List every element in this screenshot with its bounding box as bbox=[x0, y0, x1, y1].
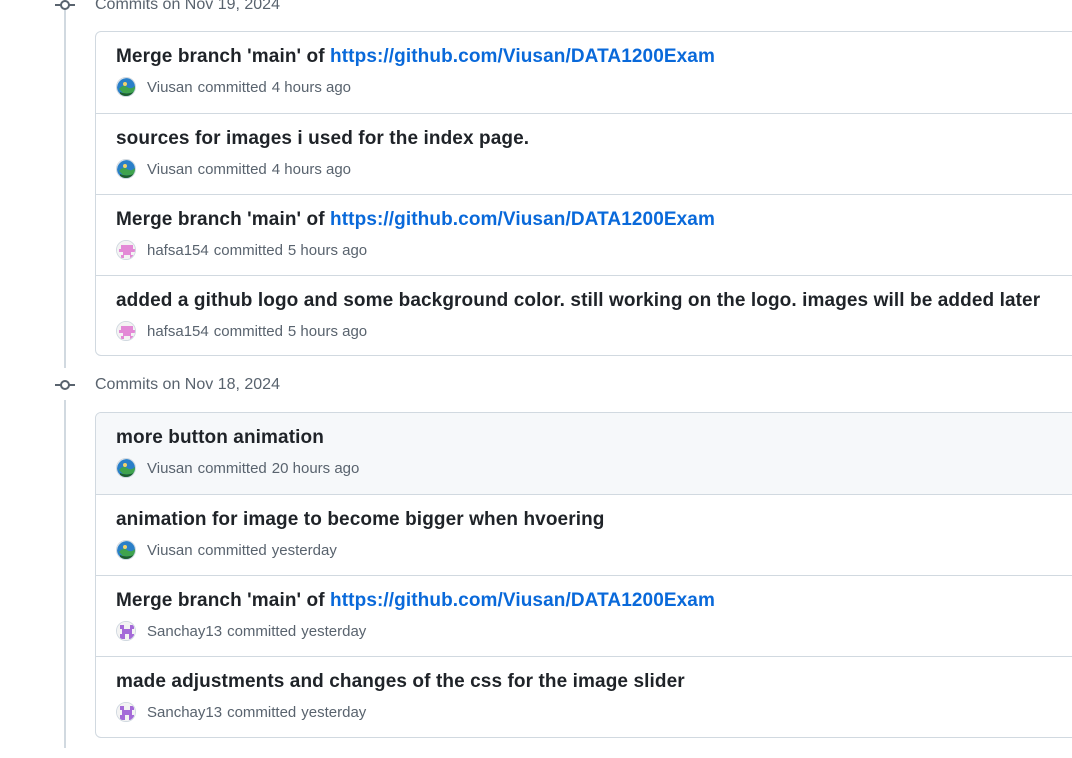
commit-author[interactable]: Viusan bbox=[147, 79, 193, 96]
avatar[interactable] bbox=[116, 621, 136, 641]
commit-row[interactable]: made adjustments and changes of the css … bbox=[96, 656, 1072, 737]
commit-message-text[interactable]: more button animation bbox=[116, 427, 324, 448]
commit-message-text[interactable]: animation for image to become bigger whe… bbox=[116, 509, 605, 530]
commit-time[interactable]: 4 hours ago bbox=[272, 161, 351, 178]
commit-message[interactable]: sources for images i used for the index … bbox=[116, 127, 1064, 151]
git-commit-icon bbox=[55, 375, 75, 395]
commit-message-text[interactable]: Merge branch 'main' of bbox=[116, 209, 330, 230]
commit-message-text[interactable]: sources for images i used for the index … bbox=[116, 128, 529, 149]
commit-message-link[interactable]: https://github.com/Viusan/DATA1200Exam bbox=[330, 209, 715, 230]
commit-author[interactable]: Sanchay13 bbox=[147, 623, 222, 640]
commit-verb: committed bbox=[197, 459, 267, 477]
commit-group-header: Commits on Nov 19, 2024 bbox=[55, 0, 280, 15]
commit-author[interactable]: Viusan bbox=[147, 460, 193, 477]
avatar[interactable] bbox=[116, 540, 136, 560]
commit-author[interactable]: Viusan bbox=[147, 542, 193, 559]
commit-author[interactable]: Sanchay13 bbox=[147, 704, 222, 721]
commit-time[interactable]: yesterday bbox=[301, 623, 366, 640]
avatar[interactable] bbox=[116, 159, 136, 179]
commit-message-text[interactable]: Merge branch 'main' of bbox=[116, 46, 330, 67]
commit-row[interactable]: sources for images i used for the index … bbox=[96, 113, 1072, 194]
commit-group-title: Commits on Nov 19, 2024 bbox=[95, 0, 280, 13]
commit-row[interactable]: Merge branch 'main' of https://github.co… bbox=[96, 194, 1072, 275]
commit-verb: committed bbox=[213, 241, 283, 259]
commit-list: Merge branch 'main' of https://github.co… bbox=[95, 31, 1072, 356]
commit-message[interactable]: made adjustments and changes of the css … bbox=[116, 670, 1064, 694]
commit-verb: committed bbox=[227, 622, 297, 640]
commit-meta: Viusan committed yesterday bbox=[116, 540, 1064, 560]
commit-message-text[interactable]: added a github logo and some background … bbox=[116, 290, 1040, 311]
commit-row[interactable]: Merge branch 'main' of https://github.co… bbox=[96, 32, 1072, 113]
commit-row[interactable]: animation for image to become bigger whe… bbox=[96, 494, 1072, 575]
commit-verb: committed bbox=[213, 322, 283, 340]
commit-meta: Sanchay13 committed yesterday bbox=[116, 621, 1064, 641]
commit-time[interactable]: 20 hours ago bbox=[272, 460, 360, 477]
commit-list: more button animation Viusan committed 2… bbox=[95, 412, 1072, 738]
commit-message-link[interactable]: https://github.com/Viusan/DATA1200Exam bbox=[330, 590, 715, 611]
commit-row[interactable]: Merge branch 'main' of https://github.co… bbox=[96, 575, 1072, 656]
commit-message[interactable]: Merge branch 'main' of https://github.co… bbox=[116, 45, 1064, 69]
commit-verb: committed bbox=[227, 703, 297, 721]
commit-time[interactable]: yesterday bbox=[301, 704, 366, 721]
commit-meta: Viusan committed 4 hours ago bbox=[116, 159, 1064, 179]
timeline-line bbox=[64, 400, 66, 748]
commit-author[interactable]: Viusan bbox=[147, 161, 193, 178]
commit-group-header: Commits on Nov 18, 2024 bbox=[55, 375, 280, 395]
commit-author[interactable]: hafsa154 bbox=[147, 323, 209, 340]
commit-time[interactable]: yesterday bbox=[272, 542, 337, 559]
commit-message-text[interactable]: Merge branch 'main' of bbox=[116, 590, 330, 611]
commit-history: Commits on Nov 19, 2024 Merge branch 'ma… bbox=[0, 0, 1072, 758]
commit-meta: Viusan committed 4 hours ago bbox=[116, 77, 1064, 97]
commit-meta: hafsa154 committed 5 hours ago bbox=[116, 240, 1064, 260]
commit-message[interactable]: Merge branch 'main' of https://github.co… bbox=[116, 589, 1064, 613]
commit-meta: Sanchay13 committed yesterday bbox=[116, 702, 1064, 722]
commit-meta: Viusan committed 20 hours ago bbox=[116, 458, 1064, 478]
avatar[interactable] bbox=[116, 77, 136, 97]
commit-time[interactable]: 4 hours ago bbox=[272, 79, 351, 96]
commit-time[interactable]: 5 hours ago bbox=[288, 323, 367, 340]
git-commit-icon bbox=[55, 0, 75, 15]
commit-time[interactable]: 5 hours ago bbox=[288, 242, 367, 259]
commit-verb: committed bbox=[197, 541, 267, 559]
commit-verb: committed bbox=[197, 78, 267, 96]
commit-group-title: Commits on Nov 18, 2024 bbox=[95, 376, 280, 393]
avatar[interactable] bbox=[116, 240, 136, 260]
commit-row[interactable]: more button animation Viusan committed 2… bbox=[96, 413, 1072, 494]
avatar[interactable] bbox=[116, 321, 136, 341]
commit-message[interactable]: Merge branch 'main' of https://github.co… bbox=[116, 208, 1064, 232]
avatar[interactable] bbox=[116, 702, 136, 722]
avatar[interactable] bbox=[116, 458, 136, 478]
commit-verb: committed bbox=[197, 160, 267, 178]
timeline-line bbox=[64, 0, 66, 368]
commit-message-link[interactable]: https://github.com/Viusan/DATA1200Exam bbox=[330, 46, 715, 67]
commit-meta: hafsa154 committed 5 hours ago bbox=[116, 321, 1064, 341]
commit-message[interactable]: added a github logo and some background … bbox=[116, 289, 1064, 313]
commit-message[interactable]: animation for image to become bigger whe… bbox=[116, 508, 1064, 532]
commit-message-text[interactable]: made adjustments and changes of the css … bbox=[116, 671, 685, 692]
commit-message[interactable]: more button animation bbox=[116, 426, 1064, 450]
commit-author[interactable]: hafsa154 bbox=[147, 242, 209, 259]
commit-row[interactable]: added a github logo and some background … bbox=[96, 275, 1072, 355]
